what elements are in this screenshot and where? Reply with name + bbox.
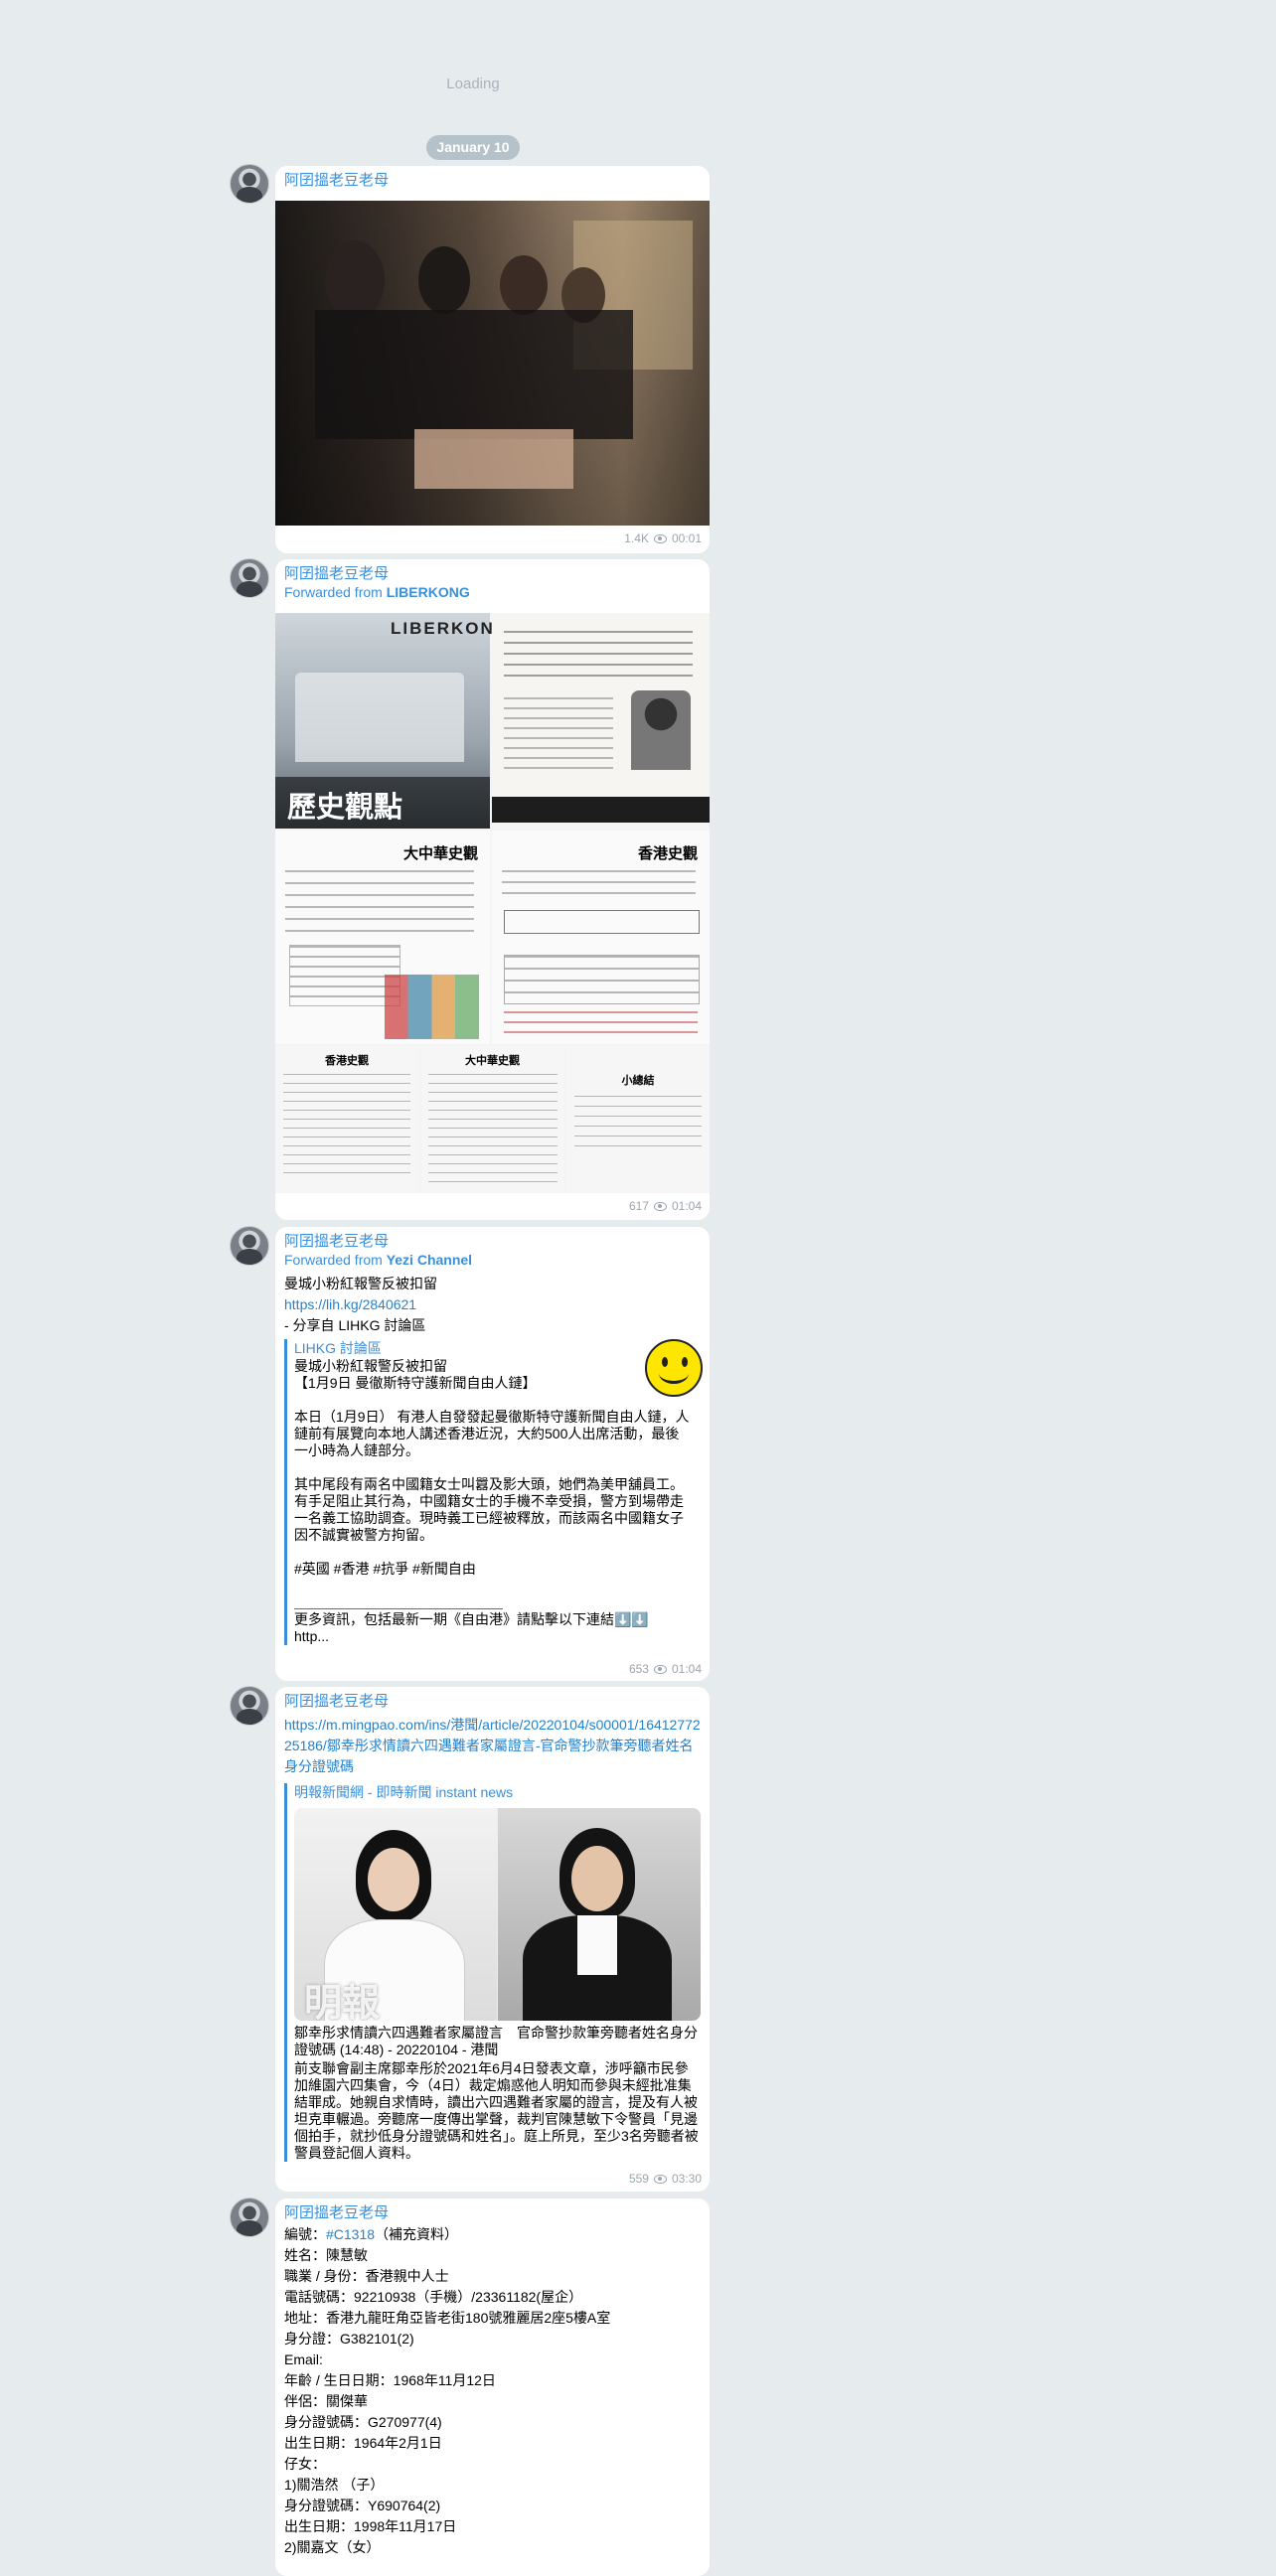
message-text: 身分證號碼：G270977(4) [284,2414,442,2430]
message-text: Email: [284,2351,323,2367]
eye-icon [653,2174,667,2184]
panel-heading: 香港史觀 [325,1055,369,1067]
message-text: 1)關浩然 （子） [284,2477,385,2493]
message-text: 曼城小粉紅報警反被扣留 [284,1276,437,1291]
message-link[interactable]: https://lih.kg/2840621 [275,1294,710,1315]
panel-heading: 大中華史觀 [402,845,478,862]
message-text: 職業 / 身份：香港親中人士 [284,2268,449,2284]
message-text: 電話號碼：92210938（手機）/23361182(屋企） [284,2289,583,2305]
preview-image: 明報 [294,1808,701,2021]
preview-description: 曼城小粉紅報警反被扣留 【1月9日 曼徹斯特守護新聞自由人鏈】 本日（1月9日）… [294,1358,690,1644]
forwarded-source[interactable]: Yezi Channel [387,1252,472,1268]
message-text: 身分證：G382101(2) [284,2331,414,2347]
view-count: 559 [628,2172,649,2186]
message-author[interactable]: 阿囝搵老豆老母 [275,564,710,583]
message-text: - 分享自 LIHKG 討論區 [284,1317,426,1333]
message-image[interactable]: LIBERKONG 歷史觀點 大中華史觀 香港史觀 香港史觀 大中華史觀 小總結 [275,613,710,1193]
message-meta: 1.4K 00:01 [624,531,702,545]
eye-icon [653,533,667,543]
preview-title: 鄒幸彤求情讀六四遇難者家屬證言 官命警抄款筆旁聽者姓名身分證號碼 (14:48)… [294,2025,698,2057]
avatar[interactable] [230,558,269,598]
view-count: 1.4K [624,531,649,545]
message-author[interactable]: 阿囝搵老豆老母 [275,171,710,190]
image-panel: 香港史觀 [492,831,710,1044]
image-panel: 大中華史觀 [420,1046,564,1193]
message-author[interactable]: 阿囝搵老豆老母 [275,2203,710,2222]
message-bubble: 阿囝搵老豆老母 編號：#C1318（補充資料） 姓名：陳慧敏 職業 / 身份：香… [275,2198,710,2576]
message-text: 年齡 / 生日日期：1968年11月12日 [284,2372,496,2388]
eye-icon [653,1664,667,1674]
smiley-icon [645,1339,703,1397]
message-text: 仔女： [284,2456,326,2472]
panel-heading: 小總結 [621,1075,655,1087]
message-time: 01:04 [671,1662,702,1676]
forwarded-header[interactable]: Forwarded from LIBERKONG [275,583,710,602]
message-text: 地址：香港九龍旺角亞皆老街180號雅麗居2座5樓A室 [284,2310,611,2326]
image-watermark: 明報 [304,1980,381,2021]
message-bubble: 阿囝搵老豆老母 Forwarded from Yezi Channel 曼城小粉… [275,1227,710,1681]
message-author[interactable]: 阿囝搵老豆老母 [275,1692,710,1711]
preview-description: 前支聯會副主席鄒幸彤於2021年6月4日發表文章，涉呼籲市民參加維園六四集會，今… [294,2060,699,2161]
hashtag-link[interactable]: #C1318 [326,2226,375,2242]
link-preview[interactable]: 明報新聞網 - 即時新聞 instant news 明報 鄒幸彤求情讀六四遇難者… [284,1783,701,2162]
message-bubble: 阿囝搵老豆老母 https://m.mingpao.com/ins/港聞/art… [275,1687,710,2192]
avatar[interactable] [230,164,269,204]
message-bubble: 阿囝搵老豆老母 1.4K 00:01 [275,166,710,553]
message-text: 身分證號碼：Y690764(2) [284,2498,441,2513]
loading-indicator: Loading [446,76,500,92]
link-preview[interactable]: LIHKG 討論區 曼城小粉紅報警反被扣留 【1月9日 曼徹斯特守護新聞自由人鏈… [284,1339,703,1645]
message-text: 伴侶：關傑華 [284,2393,368,2409]
avatar[interactable] [230,1226,269,1266]
message-time: 01:04 [671,1199,702,1213]
image-panel: LIBERKONG 歷史觀點 [275,613,508,829]
message-meta: 559 03:30 [629,2172,702,2186]
message-text: 姓名：陳慧敏 [284,2247,368,2263]
image-panel [492,613,710,829]
message-time: 03:30 [671,2172,702,2186]
forwarded-label: Forwarded from [284,1252,387,1268]
eye-icon [653,1201,667,1211]
message-text: 2)關嘉文（女） [284,2539,381,2555]
preview-site-name: LIHKG 討論區 [294,1340,382,1356]
message-video-thumbnail[interactable] [275,201,710,526]
preview-site-name: 明報新聞網 - 即時新聞 instant news [294,1784,514,1800]
panel-heading: 大中華史觀 [465,1055,520,1067]
image-panel: 香港史觀 [275,1046,418,1193]
text-line: （補充資料） [375,2226,459,2242]
avatar[interactable] [230,2197,269,2237]
forwarded-source[interactable]: LIBERKONG [387,584,470,600]
message-bubble: 阿囝搵老豆老母 Forwarded from LIBERKONG LIBERKO… [275,559,710,1220]
view-count: 617 [628,1199,649,1213]
forwarded-label: Forwarded from [284,584,387,600]
message-text: 出生日期：1964年2月1日 [284,2435,442,2451]
message-link[interactable]: https://m.mingpao.com/ins/港聞/article/202… [275,1715,710,1777]
image-panel: 小總結 [566,1046,710,1193]
message-author[interactable]: 阿囝搵老豆老母 [275,1232,710,1251]
view-count: 653 [628,1662,649,1676]
message-text: 編號：#C1318（補充資料） [284,2226,459,2242]
forwarded-header[interactable]: Forwarded from Yezi Channel [275,1251,710,1270]
avatar[interactable] [230,1686,269,1726]
message-text: 出生日期：1998年11月17日 [284,2518,457,2534]
message-meta: 653 01:04 [629,1662,702,1676]
message-time: 00:01 [671,531,702,545]
panel-heading: 香港史觀 [637,845,698,862]
date-separator: January 10 [426,135,520,160]
message-meta: 617 01:04 [629,1199,702,1213]
image-title: 歷史觀點 [287,790,403,824]
image-panel: 大中華史觀 [275,831,490,1044]
